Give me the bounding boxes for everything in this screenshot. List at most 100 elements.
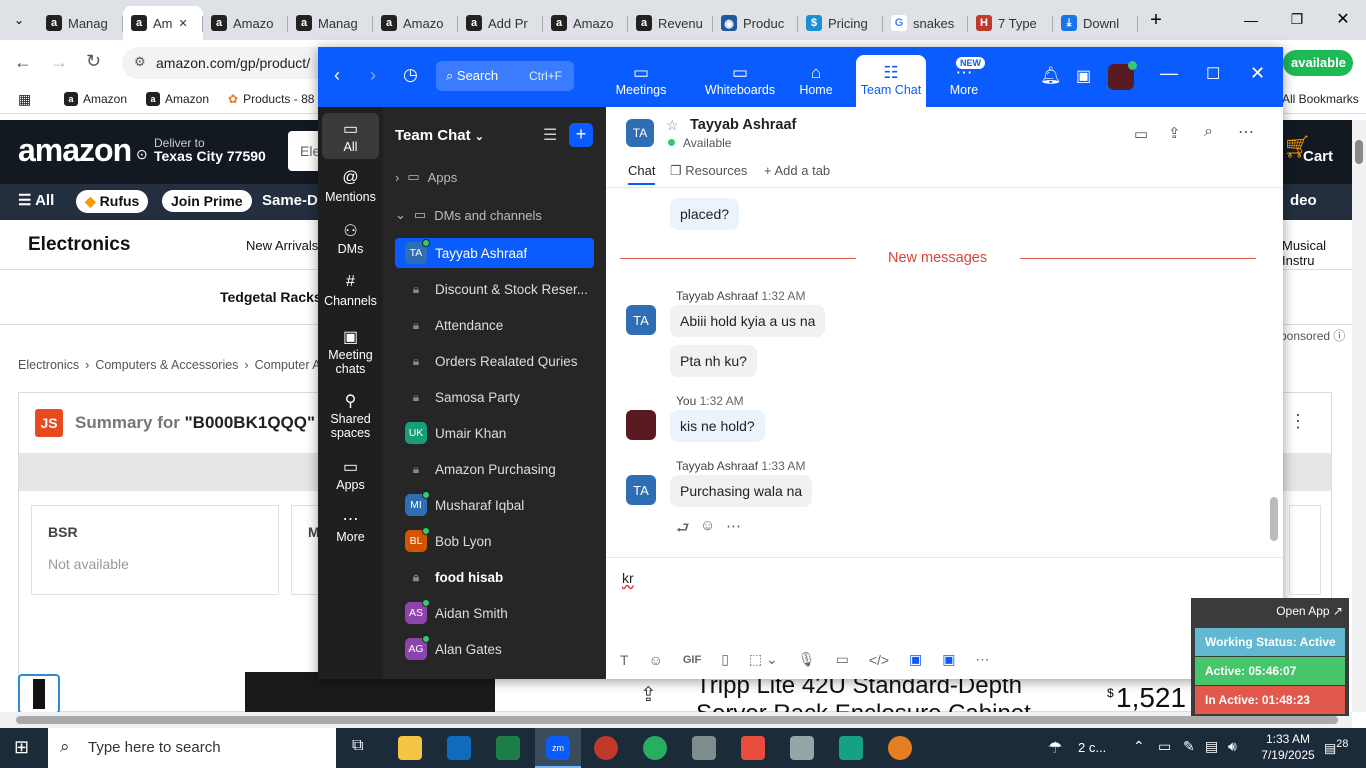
rail-meeting-chats[interactable]: ▣ Meeting chats	[322, 327, 379, 377]
nav-all[interactable]: ☰ All	[18, 191, 54, 209]
sender-avatar[interactable]: TA	[626, 475, 656, 505]
available-pill[interactable]: available	[1283, 50, 1353, 76]
snipping-tool-icon[interactable]	[594, 736, 618, 760]
emoji-react-icon[interactable]: ☺	[700, 517, 715, 534]
chat-list-item[interactable]: AG Alan Gates	[395, 634, 594, 664]
subnav-musical[interactable]: Musical Instru	[1282, 238, 1352, 268]
browser-tab[interactable]: a Amazo	[373, 6, 458, 40]
whiteboard-app-icon[interactable]: ▣	[942, 651, 955, 668]
message-bubble[interactable]: Purchasing wala na	[670, 475, 813, 507]
nav-team-chat[interactable]: ☷ Team Chat	[856, 55, 926, 107]
chat-list-item[interactable]: 🔒︎ food hisab	[395, 562, 594, 592]
chat-list-item[interactable]: BL Bob Lyon	[395, 526, 594, 556]
close-window-icon[interactable]: ✕	[1320, 9, 1366, 40]
rail-dms[interactable]: ⚇ DMs	[322, 221, 379, 257]
rail-mentions[interactable]: @ Mentions	[322, 169, 379, 205]
browser-tab[interactable]: a Manag	[288, 6, 373, 40]
windows-start-icon[interactable]: ⊞	[14, 737, 29, 758]
bell-icon[interactable]: 🔔︎	[1040, 66, 1062, 86]
dms-section[interactable]: ⌄ ▭ DMs and channels	[395, 207, 542, 223]
message-bubble[interactable]: placed?	[670, 198, 740, 230]
nav-more[interactable]: NEW ⋯ More	[938, 47, 990, 107]
tab-resources[interactable]: ❐ Resources	[670, 163, 747, 179]
browser-tab[interactable]: $ Pricing	[798, 6, 883, 40]
chrome-profile-icon[interactable]	[888, 736, 912, 760]
zoom-maximize-icon[interactable]: ☐	[1206, 64, 1220, 84]
bookmark-item[interactable]: a Amazon	[146, 92, 209, 106]
nav-video[interactable]: deo	[1290, 192, 1317, 209]
message-bubble[interactable]: Pta nh ku?	[670, 345, 757, 377]
chat-scroll-thumb[interactable]	[1270, 497, 1278, 541]
breadcrumb-item[interactable]: Computers & Accessories	[95, 358, 238, 372]
browser-tab[interactable]: a Add Pr	[458, 6, 543, 40]
sponsored-banner-text[interactable]: Tedgetal Racks	[220, 289, 322, 305]
contact-name[interactable]: Tayyab Ashraaf	[690, 117, 796, 133]
app-icon[interactable]	[839, 736, 863, 760]
back-arrow-icon[interactable]: ‹	[334, 65, 340, 86]
apps-section[interactable]: › ▭ Apps	[395, 169, 457, 185]
history-icon[interactable]: ◷	[403, 65, 418, 85]
browser-tab[interactable]: a Amazo	[543, 6, 628, 40]
filter-icon[interactable]: ☰	[543, 125, 557, 145]
rail-more[interactable]: ⋯ More	[322, 509, 379, 545]
video-call-icon[interactable]: ▭	[1134, 125, 1148, 143]
app-icon[interactable]: ▣	[909, 651, 922, 668]
pen-icon[interactable]: ✎	[1183, 738, 1195, 755]
format-text-icon[interactable]: T	[620, 652, 629, 668]
horizontal-scrollbar[interactable]	[0, 712, 1352, 728]
site-info-icon[interactable]: ⚙	[134, 54, 146, 70]
composer-input[interactable]: kr	[622, 570, 634, 586]
open-app-link[interactable]: Open App ↗	[1276, 604, 1343, 618]
deliver-location[interactable]: Texas City 77590	[138, 148, 266, 164]
message-bubble[interactable]: kis ne hold?	[670, 410, 765, 442]
product-thumbnail[interactable]	[18, 674, 60, 714]
back-icon[interactable]: ←	[14, 52, 32, 73]
profile-avatar[interactable]	[1108, 61, 1137, 90]
chat-list-item[interactable]: MI Musharaf Iqbal	[395, 490, 594, 520]
tab-search-icon[interactable]: ⌄	[0, 0, 38, 40]
browser-tab[interactable]: Gsnakes	[883, 6, 968, 40]
zoom-close-icon[interactable]: ✕	[1250, 63, 1265, 84]
emoji-icon[interactable]: ☺	[649, 652, 663, 668]
network-icon[interactable]: ▤	[1205, 738, 1218, 755]
kebab-menu-icon[interactable]: ⋮	[1289, 411, 1307, 432]
star-icon[interactable]: ☆	[666, 117, 679, 134]
own-avatar[interactable]	[626, 410, 656, 440]
filezilla-icon[interactable]	[741, 736, 765, 760]
restore-icon[interactable]: ❐	[1274, 11, 1320, 40]
subnav-new-arrivals[interactable]: New Arrivals	[246, 238, 318, 253]
excel-icon[interactable]	[496, 736, 520, 760]
rufus-button[interactable]: ◆ Rufus	[76, 190, 149, 213]
join-prime-button[interactable]: Join Prime	[162, 190, 252, 212]
amazon-logo[interactable]: amazon	[18, 132, 132, 169]
tab-add[interactable]: + Add a tab	[764, 163, 830, 178]
forward-icon[interactable]: →	[50, 52, 68, 73]
new-tab-icon[interactable]: +	[1138, 0, 1174, 40]
volume-icon[interactable]: 🔊︎	[1228, 738, 1237, 755]
bookmark-item[interactable]: ✿ Products - 88	[228, 92, 314, 106]
chat-list-item[interactable]: 🔒︎ Amazon Purchasing	[395, 454, 594, 484]
message-more-icon[interactable]: ⋯	[726, 517, 741, 535]
clock-date[interactable]: 7/19/2025	[1256, 748, 1320, 762]
more-options-icon[interactable]: ⋯	[1238, 122, 1254, 142]
file-explorer-icon[interactable]	[398, 736, 422, 760]
browser-tab[interactable]: a Revenu	[628, 6, 713, 40]
task-view-icon[interactable]: ⧉	[352, 737, 363, 755]
weather-icon[interactable]: ☂︎	[1048, 738, 1062, 758]
tray-chevron-icon[interactable]: ⌃	[1133, 738, 1145, 755]
code-icon[interactable]: </>	[869, 652, 889, 668]
calendar-icon[interactable]: ▣	[1076, 66, 1091, 86]
message-bubble[interactable]: Abiii hold kyia a us na	[670, 305, 826, 337]
nav-same-day[interactable]: Same-Da	[262, 192, 326, 209]
page-scrollbar[interactable]	[1352, 120, 1366, 712]
h-scroll-thumb[interactable]	[16, 716, 1338, 724]
browser-tab[interactable]: a Am ✕	[123, 6, 203, 40]
minimize-icon[interactable]: —	[1228, 12, 1274, 40]
sender-avatar[interactable]: TA	[626, 305, 656, 335]
share-screen-icon[interactable]: ⇪	[1168, 124, 1181, 142]
cart-label[interactable]: Cart	[1303, 148, 1333, 165]
rail-shared-spaces[interactable]: ⚲ Shared spaces	[322, 391, 379, 441]
app-icon[interactable]	[790, 736, 814, 760]
reload-icon[interactable]: ↻	[86, 51, 101, 72]
apps-grid-icon[interactable]: ▦	[18, 91, 31, 108]
